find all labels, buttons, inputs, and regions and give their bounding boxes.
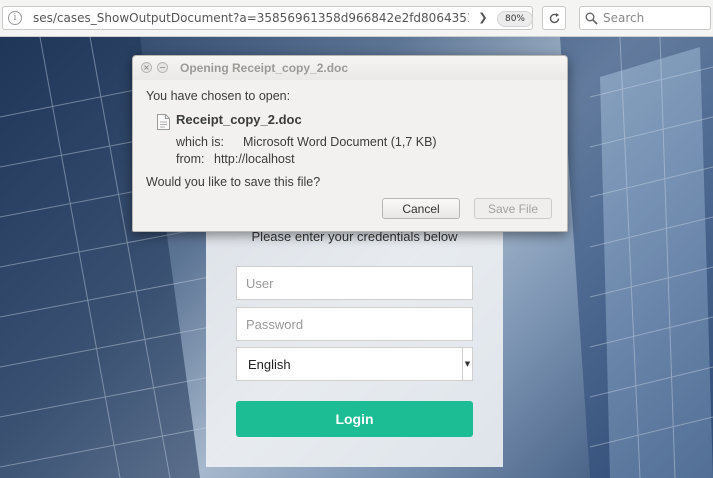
info-icon[interactable]: i — [8, 11, 22, 25]
reload-button[interactable] — [542, 6, 566, 30]
url-bar[interactable]: i ses/cases_ShowOutputDocument?a=3585696… — [2, 6, 533, 30]
reload-icon — [549, 13, 560, 24]
file-source-value: http://localhost — [214, 152, 295, 166]
user-field[interactable] — [236, 266, 473, 300]
save-file-button[interactable]: Save File — [474, 198, 552, 219]
chevron-down-icon[interactable]: ▼ — [462, 348, 472, 380]
close-icon[interactable]: × — [141, 62, 152, 73]
search-placeholder: Search — [603, 11, 645, 25]
url-text[interactable]: ses/cases_ShowOutputDocument?a=358569613… — [33, 11, 469, 27]
dialog-intro: You have chosen to open: — [146, 89, 291, 103]
zoom-level-badge[interactable]: 80% — [497, 11, 533, 27]
dialog-title: Opening Receipt_copy_2.doc — [180, 61, 349, 75]
cancel-button[interactable]: Cancel — [382, 198, 460, 219]
file-source-label: from: — [176, 152, 205, 166]
document-icon — [157, 114, 170, 130]
login-card: Please enter your credentials below Engl… — [206, 229, 503, 467]
minimize-icon[interactable]: − — [157, 62, 168, 73]
file-type-value: Microsoft Word Document (1,7 KB) — [243, 135, 437, 149]
file-type-label: which is: — [176, 135, 224, 149]
chevron-down-icon[interactable]: ❯ — [477, 10, 489, 26]
search-bar[interactable]: Search — [579, 6, 711, 30]
password-field[interactable] — [236, 307, 473, 341]
dialog-question: Would you like to save this file? — [146, 175, 321, 189]
search-icon — [585, 12, 598, 25]
language-select[interactable]: English ▼ — [236, 347, 473, 381]
dialog-filename: Receipt_copy_2.doc — [176, 112, 302, 127]
language-value: English — [248, 357, 291, 372]
dialog-titlebar[interactable]: × − Opening Receipt_copy_2.doc — [133, 56, 567, 80]
browser-toolbar: i ses/cases_ShowOutputDocument?a=3585696… — [0, 0, 713, 37]
open-file-dialog: × − Opening Receipt_copy_2.doc You have … — [132, 55, 568, 232]
login-button[interactable]: Login — [236, 401, 473, 437]
